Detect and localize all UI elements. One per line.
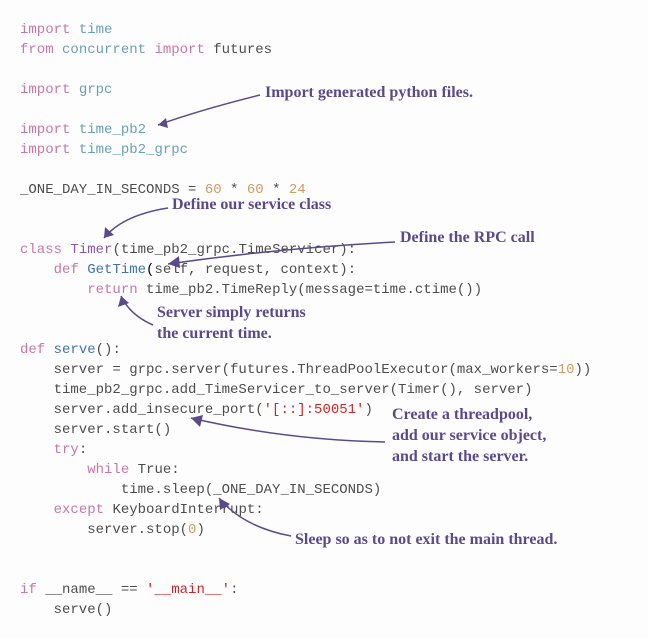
function-name: serve bbox=[54, 342, 96, 358]
code-line: time_pb2_grpc.add_TimeServicer_to_server… bbox=[20, 380, 628, 400]
module: time_pb2_grpc bbox=[79, 142, 188, 158]
code-line: while True: bbox=[20, 460, 628, 480]
code-line: import grpc bbox=[20, 80, 628, 100]
text: : bbox=[79, 442, 87, 458]
string: '[::]:50051' bbox=[264, 402, 365, 418]
assignment: _ONE_DAY_IN_SECONDS = bbox=[20, 182, 205, 198]
true: True bbox=[138, 462, 172, 478]
blank-line bbox=[20, 220, 628, 240]
keyword: def bbox=[20, 342, 45, 358]
blank-line bbox=[20, 540, 628, 560]
code-line: server.start() bbox=[20, 420, 628, 440]
text: server.add_insecure_port( bbox=[20, 402, 264, 418]
text: (time_pb2_grpc.TimeServicer): bbox=[112, 242, 356, 258]
dunder: __name__ bbox=[45, 582, 112, 598]
keyword: try bbox=[54, 442, 79, 458]
code-line: import time_pb2_grpc bbox=[20, 140, 628, 160]
code-line: import time_pb2 bbox=[20, 120, 628, 140]
code-line: def serve(): bbox=[20, 340, 628, 360]
blank-line bbox=[20, 560, 628, 580]
keyword: import bbox=[154, 42, 204, 58]
identifier: futures bbox=[213, 42, 272, 58]
text: )) bbox=[575, 362, 592, 378]
operator: * bbox=[264, 182, 289, 198]
module: time bbox=[79, 22, 113, 38]
code-line: time.sleep(_ONE_DAY_IN_SECONDS) bbox=[20, 480, 628, 500]
keyword: class bbox=[20, 242, 62, 258]
class-name: Timer bbox=[70, 242, 112, 258]
operator: == bbox=[112, 582, 146, 598]
code-block: import time from concurrent import futur… bbox=[20, 20, 628, 620]
keyword: while bbox=[87, 462, 129, 478]
number: 60 bbox=[247, 182, 264, 198]
module: grpc bbox=[79, 82, 113, 98]
text: serve() bbox=[20, 602, 112, 618]
code-line: if __name__ == '__main__': bbox=[20, 580, 628, 600]
keyword: import bbox=[20, 142, 70, 158]
code-line: import time bbox=[20, 20, 628, 40]
keyword: if bbox=[20, 582, 37, 598]
operator: * bbox=[222, 182, 247, 198]
code-line: from concurrent import futures bbox=[20, 40, 628, 60]
text: : bbox=[171, 462, 179, 478]
code-line: try: bbox=[20, 440, 628, 460]
code-line: except KeyboardInterrupt: bbox=[20, 500, 628, 520]
code-line: server.stop(0) bbox=[20, 520, 628, 540]
number: 10 bbox=[558, 362, 575, 378]
code-line: class Timer(time_pb2_grpc.TimeServicer): bbox=[20, 240, 628, 260]
text: server = grpc.server(futures.ThreadPoolE… bbox=[20, 362, 558, 378]
text: time_pb2_grpc.add_TimeServicer_to_server… bbox=[20, 382, 532, 398]
module: time_pb2 bbox=[79, 122, 146, 138]
keyword: import bbox=[20, 122, 70, 138]
keyword: except bbox=[54, 502, 104, 518]
text: : bbox=[255, 502, 263, 518]
blank-line bbox=[20, 100, 628, 120]
text: : bbox=[230, 582, 238, 598]
text: (): bbox=[96, 342, 121, 358]
blank-line bbox=[20, 300, 628, 320]
text: server.stop( bbox=[20, 522, 188, 538]
code-line: serve() bbox=[20, 600, 628, 620]
text: , request, context): bbox=[188, 262, 356, 278]
code-line: def GetTime(self, request, context): bbox=[20, 260, 628, 280]
blank-line bbox=[20, 320, 628, 340]
string: '__main__' bbox=[146, 582, 230, 598]
blank-line bbox=[20, 200, 628, 220]
number: 24 bbox=[289, 182, 306, 198]
text: ) bbox=[196, 522, 204, 538]
keyword: return bbox=[87, 282, 137, 298]
blank-line bbox=[20, 160, 628, 180]
module: concurrent bbox=[62, 42, 146, 58]
keyword: import bbox=[20, 82, 70, 98]
keyword: def bbox=[54, 262, 79, 278]
number: 60 bbox=[205, 182, 222, 198]
code-line: return time_pb2.TimeReply(message=time.c… bbox=[20, 280, 628, 300]
text: ) bbox=[364, 402, 372, 418]
text: server.start() bbox=[20, 422, 171, 438]
text: time_pb2.TimeReply(message=time.ctime()) bbox=[138, 282, 482, 298]
keyword: from bbox=[20, 42, 54, 58]
blank-line bbox=[20, 60, 628, 80]
keyword: import bbox=[20, 22, 70, 38]
function-name: GetTime bbox=[87, 262, 146, 278]
exception: KeyboardInterrupt bbox=[112, 502, 255, 518]
code-line: server.add_insecure_port('[::]:50051') bbox=[20, 400, 628, 420]
self: self bbox=[154, 262, 188, 278]
code-line: _ONE_DAY_IN_SECONDS = 60 * 60 * 24 bbox=[20, 180, 628, 200]
text: time.sleep(_ONE_DAY_IN_SECONDS) bbox=[20, 482, 381, 498]
code-line: server = grpc.server(futures.ThreadPoolE… bbox=[20, 360, 628, 380]
